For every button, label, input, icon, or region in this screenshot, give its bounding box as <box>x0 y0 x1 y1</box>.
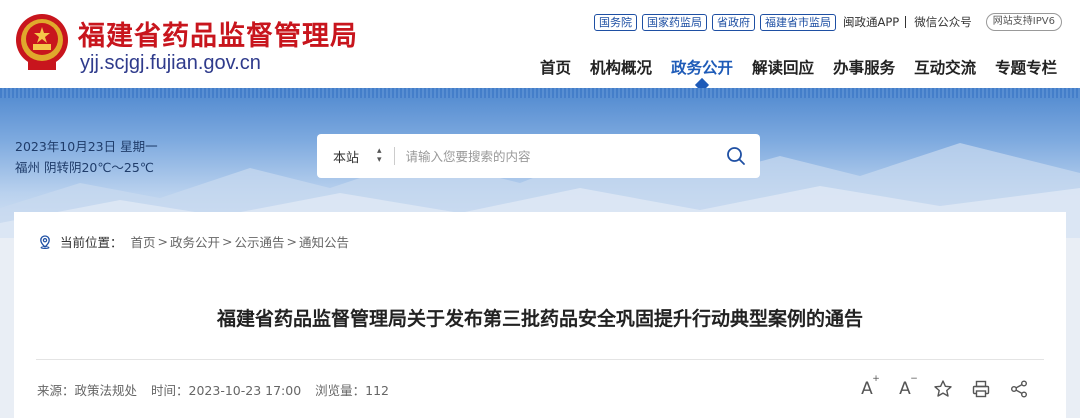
article-source: 来源：政策法规处 <box>37 383 138 398</box>
print-button[interactable] <box>970 378 992 400</box>
toplink-provincial-gov[interactable]: 省政府 <box>712 13 755 31</box>
decrease-mark: − <box>910 374 918 384</box>
date-display: 2023年10月23日 星期一 <box>15 139 158 154</box>
breadcrumb-public-notices[interactable]: 公示通告 <box>235 232 285 251</box>
article-views: 浏览量：112 <box>315 383 390 398</box>
wechat-link[interactable]: 微信公众号 <box>914 14 972 30</box>
nav-interaction[interactable]: 互动交流 <box>914 56 976 78</box>
nav-services[interactable]: 办事服务 <box>833 56 895 78</box>
increase-mark: + <box>872 374 880 384</box>
breadcrumb-gov-affairs[interactable]: 政务公开 <box>170 232 220 251</box>
updown-arrow-icon[interactable]: ▴ ▾ <box>377 147 382 165</box>
font-increase-glyph: A <box>861 379 873 399</box>
nav-about[interactable]: 机构概况 <box>590 56 652 78</box>
nav-topics[interactable]: 专题专栏 <box>995 56 1057 78</box>
search-divider <box>393 147 395 165</box>
weather-display: 福州 阴转阴20℃～25℃ <box>15 160 154 175</box>
nav-interpretation[interactable]: 解读回应 <box>752 56 814 78</box>
breadcrumb-home[interactable]: 首页 <box>131 232 156 251</box>
site-header: 福建省药品监督管理局 yjj.scjgj.fujian.gov.cn 国务院 国… <box>0 0 1080 93</box>
article-time: 时间：2023-10-23 17:00 <box>151 383 302 398</box>
article-title: 福建省药品监督管理局关于发布第三批药品安全巩固提升行动典型案例的通告 <box>216 308 863 330</box>
search-input[interactable] <box>405 148 706 164</box>
nav-gov-affairs[interactable]: 政务公开 <box>671 56 734 93</box>
article-meta: 来源：政策法规处 时间：2023-10-23 17:00 浏览量：112 <box>37 380 403 399</box>
main-nav: 首页 机构概况 政务公开 解读回应 办事服务 互动交流 专题专栏 <box>540 56 1076 93</box>
title-divider <box>36 359 1044 360</box>
font-decrease-glyph: A <box>899 379 911 399</box>
national-emblem-icon <box>16 14 68 70</box>
search-scope-select[interactable]: 本站 <box>333 147 371 166</box>
favorite-button[interactable] <box>932 378 954 400</box>
star-icon <box>934 380 952 397</box>
ipv6-badge: 网站支持IPV6 <box>985 13 1062 31</box>
font-increase-button[interactable]: A + <box>856 374 880 400</box>
article-tools: A + A − <box>856 374 1046 400</box>
font-decrease-icon: A − <box>899 374 918 399</box>
top-links: 国务院 国家药监局 省政府 福建省市监局 闽政通APP 微信公众号 网站支持IP… <box>594 12 1062 32</box>
location-pin-icon <box>40 234 50 249</box>
nav-home[interactable]: 首页 <box>540 56 571 78</box>
breadcrumb-label: 当前位置： <box>60 235 123 250</box>
breadcrumb-separator: > <box>286 234 298 249</box>
breadcrumb-announcements[interactable]: 通知公告 <box>299 232 349 251</box>
toplink-divider <box>905 16 907 28</box>
breadcrumb-separator: > <box>157 234 169 249</box>
breadcrumb: 当前位置： 首页 > 政务公开 > 公示通告 > 通知公告 <box>38 232 349 251</box>
site-title: 福建省药品监督管理局 <box>78 21 358 52</box>
share-button[interactable] <box>1008 378 1030 400</box>
breadcrumb-separator: > <box>222 234 233 249</box>
toplink-fujian-samr[interactable]: 福建省市监局 <box>760 13 836 31</box>
site-domain: yjj.scjgj.fujian.gov.cn <box>80 52 261 74</box>
toplink-nmpa[interactable]: 国家药监局 <box>642 13 707 31</box>
search-box: 本站 ▴ ▾ <box>317 134 760 178</box>
search-icon[interactable] <box>726 146 746 166</box>
nav-gov-affairs-label: 政务公开 <box>671 59 734 77</box>
content-panel: 当前位置： 首页 > 政务公开 > 公示通告 > 通知公告 福建省药品监督管理局… <box>14 212 1066 418</box>
app-link[interactable]: 闽政通APP <box>843 14 899 30</box>
font-decrease-button[interactable]: A − <box>894 374 918 400</box>
toplink-state-council[interactable]: 国务院 <box>594 13 637 31</box>
printer-icon <box>972 380 990 398</box>
font-increase-icon: A + <box>861 374 880 399</box>
share-icon <box>1011 380 1027 398</box>
